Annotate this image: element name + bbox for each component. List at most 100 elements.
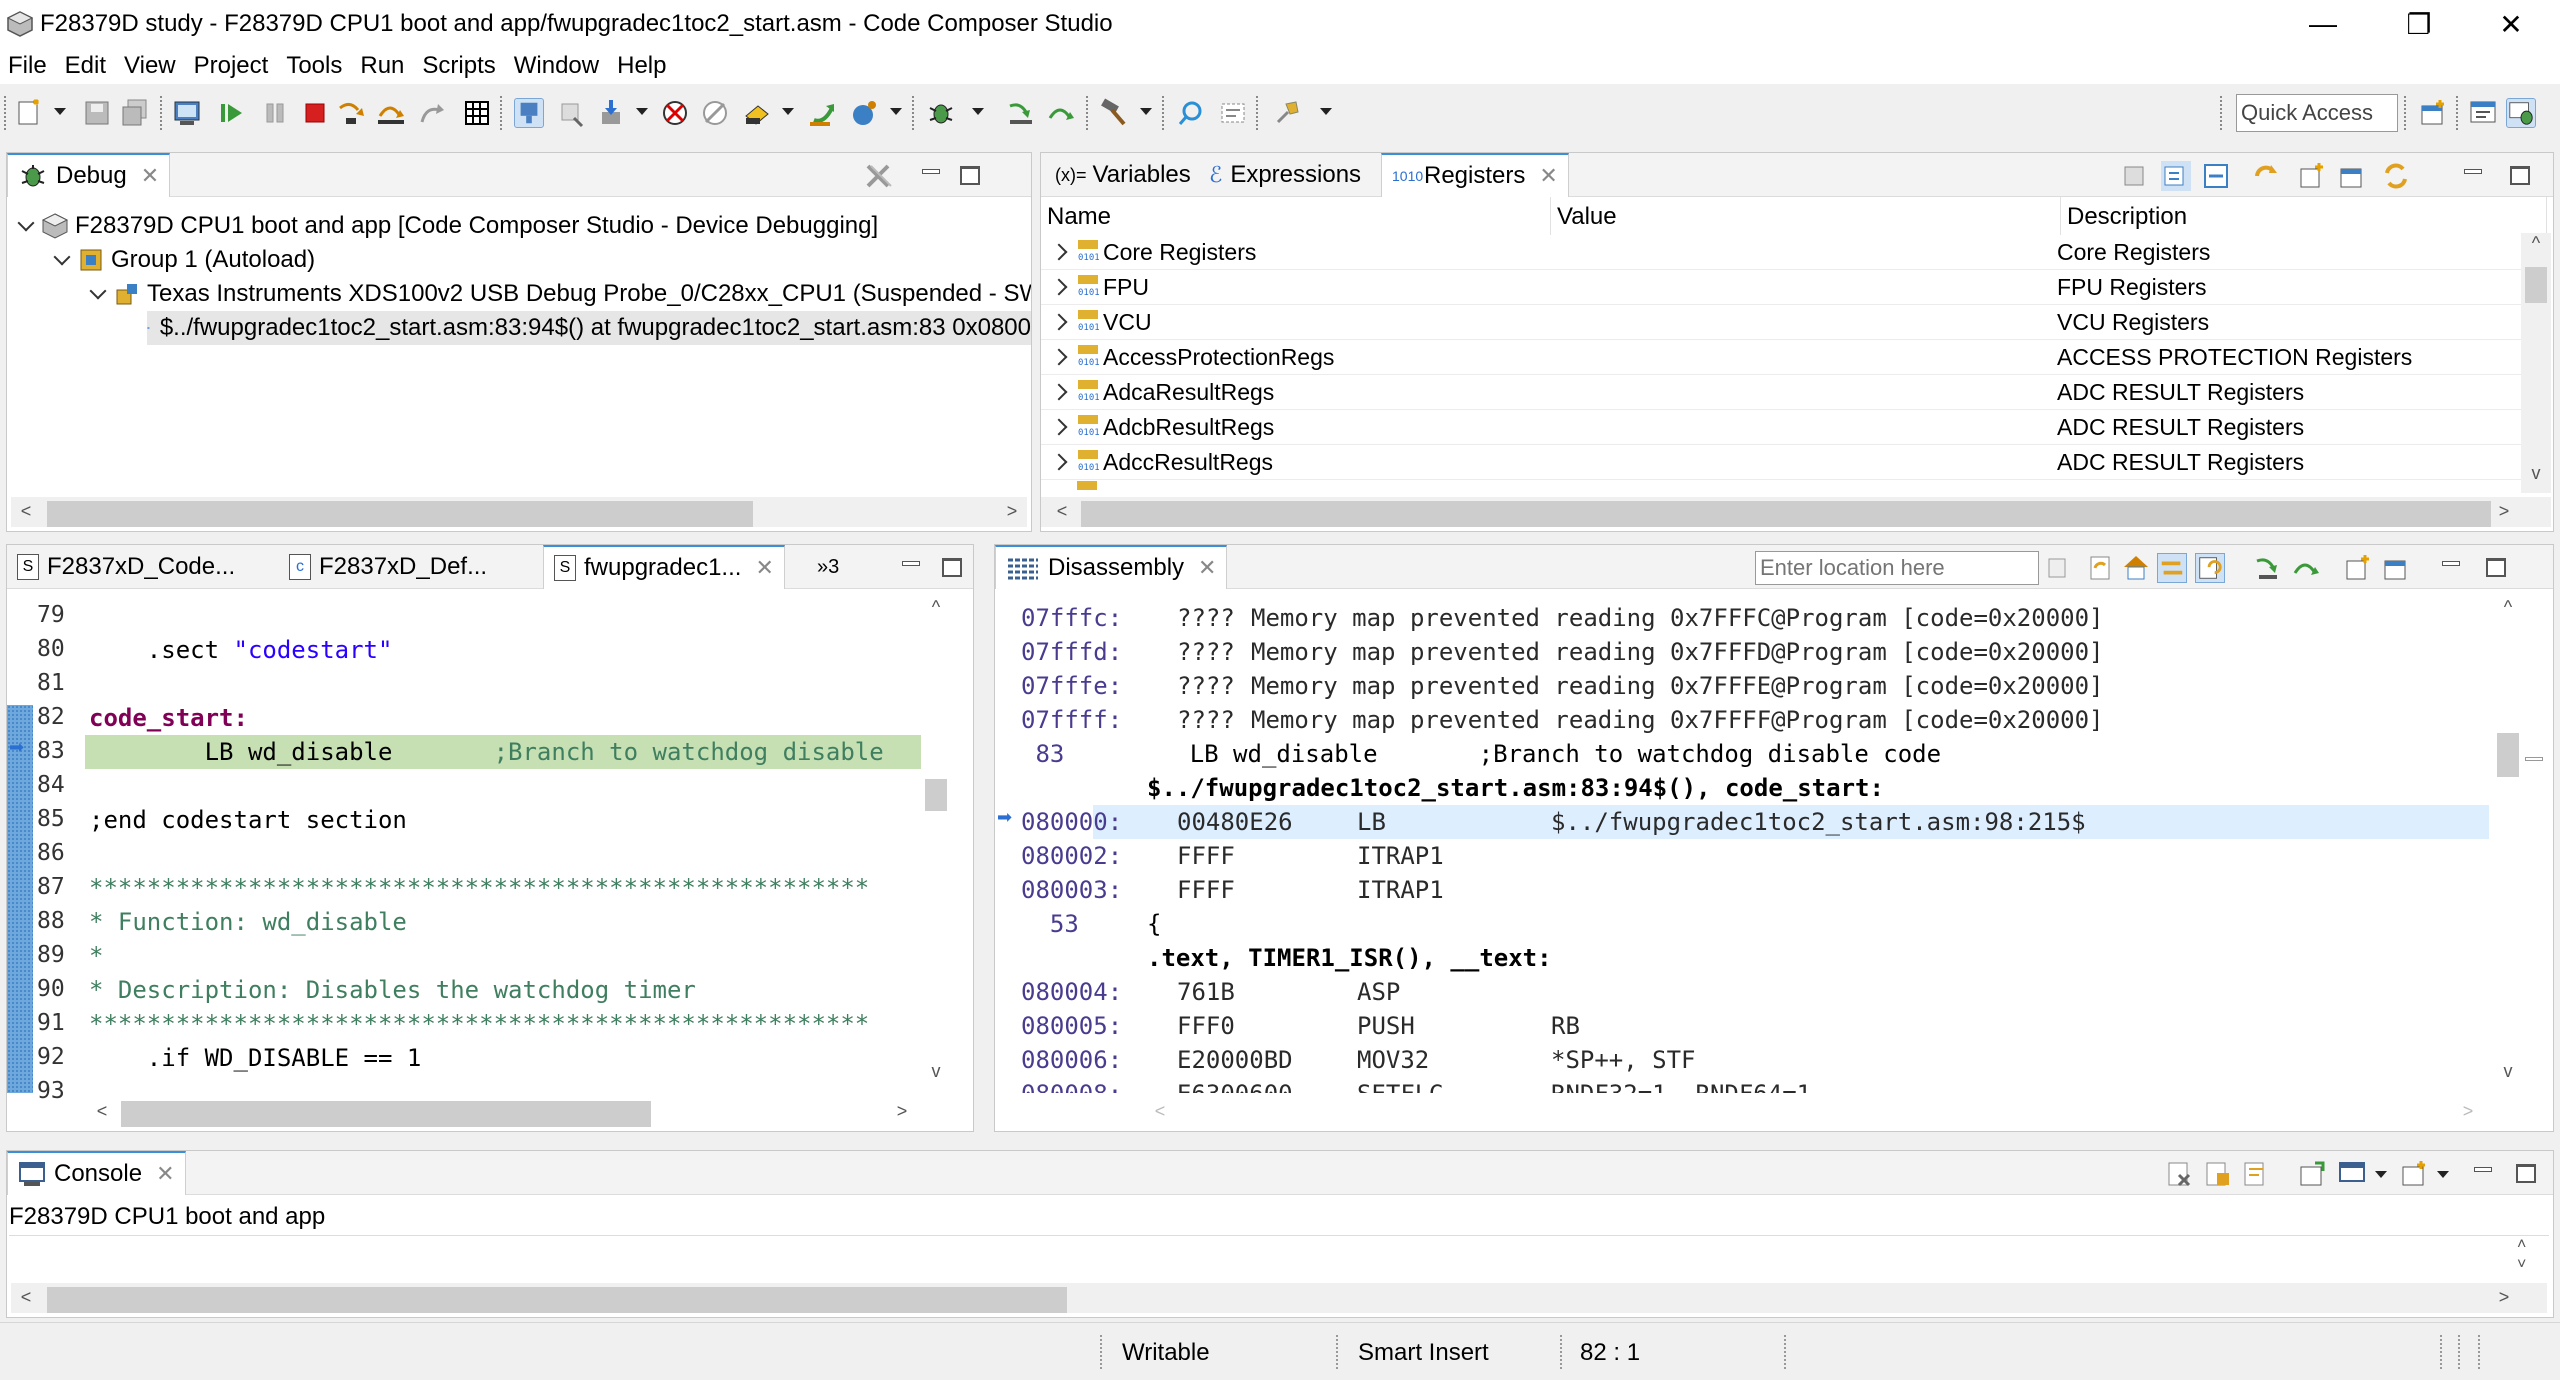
console-hscrollbar[interactable]: < > — [11, 1283, 2547, 1313]
minimize-view-icon[interactable] — [2471, 1161, 2493, 1183]
minimize-view-icon[interactable] — [919, 163, 941, 185]
refresh-icon[interactable] — [2251, 161, 2281, 191]
expand-chevron-icon[interactable] — [1053, 243, 1071, 261]
build-config-dropdown-arrow[interactable] — [1140, 108, 1152, 115]
assembly-step-over-icon[interactable] — [1046, 98, 1076, 128]
remove-all-terminated-icon[interactable] — [863, 161, 893, 191]
display-console-icon[interactable] — [2337, 1159, 2367, 1189]
step-over-icon[interactable] — [376, 98, 406, 128]
restore-button[interactable]: ❐ — [2378, 0, 2460, 48]
code-line[interactable]: 79 — [7, 599, 967, 633]
close-tab-icon[interactable]: ✕ — [1539, 163, 1557, 189]
menu-project[interactable]: Project — [186, 52, 279, 80]
expand-chevron-icon[interactable] — [1053, 383, 1071, 401]
maximize-view-icon[interactable] — [2507, 163, 2530, 185]
scroll-lock-icon[interactable] — [2203, 1159, 2233, 1189]
save-all-icon[interactable] — [120, 98, 150, 128]
scroll-down-icon[interactable]: v — [921, 1061, 951, 1082]
code-line[interactable]: 86 — [7, 837, 967, 871]
tab-overflow-button[interactable]: »3 — [807, 545, 849, 589]
debug-bug-icon[interactable] — [926, 98, 956, 128]
console-vscroll-arrows[interactable]: ˄ ˅ — [2517, 1235, 2526, 1275]
save-icon[interactable] — [82, 98, 112, 128]
register-row[interactable]: 0101 AdcbResultRegs ADC RESULT Registers — [1041, 410, 2551, 445]
suspend-icon[interactable] — [260, 98, 290, 128]
menu-tools[interactable]: Tools — [278, 52, 352, 80]
close-tab-icon[interactable]: ✕ — [156, 1161, 174, 1187]
hammer-icon[interactable] — [1098, 98, 1128, 128]
registers-vscrollbar[interactable]: ^ v — [2521, 233, 2551, 493]
search-icon[interactable] — [1176, 98, 1206, 128]
tab-variables[interactable]: (x)= Variables — [1045, 153, 1201, 197]
disassembly-line[interactable]: 07fffe:???? Memory map prevented reading … — [995, 669, 2491, 703]
step-return-icon[interactable] — [416, 98, 446, 128]
open-console-dropdown-arrow[interactable] — [2437, 1171, 2449, 1178]
show-type-names-icon[interactable] — [2161, 161, 2191, 191]
column-header-description[interactable]: Description — [2061, 197, 2547, 235]
reset-icon[interactable] — [556, 98, 586, 128]
disassembly-line[interactable]: 080002: FFFF ITRAP1 — [995, 839, 2491, 873]
menu-window[interactable]: Window — [506, 52, 609, 80]
tree-core[interactable]: Texas Instruments XDS100v2 USB Debug Pro… — [89, 277, 1031, 311]
maximize-view-icon[interactable] — [2513, 1161, 2536, 1183]
tree-group[interactable]: Group 1 (Autoload) — [53, 243, 315, 277]
open-console-icon[interactable] — [2399, 1159, 2429, 1189]
run-to-line-icon[interactable] — [808, 98, 838, 128]
expand-chevron-icon[interactable] — [17, 217, 35, 235]
scroll-down-icon[interactable]: v — [2521, 463, 2551, 484]
scroll-right-icon[interactable]: > — [2489, 1287, 2519, 1308]
globe-icon[interactable] — [850, 98, 880, 128]
disassembly-line[interactable]: 080004: 761B ASP — [995, 975, 2491, 1009]
tab-debug[interactable]: Debug ✕ — [7, 153, 171, 197]
disassembly-line[interactable]: $../fwupgradec1toc2_start.asm:83:94$(), … — [995, 771, 2491, 805]
assembly-step-into-icon[interactable] — [1006, 98, 1036, 128]
pin-tool-dropdown-arrow[interactable] — [1320, 108, 1332, 115]
registers-hscrollbar[interactable]: < > — [1041, 497, 2551, 527]
minimize-button[interactable]: — — [2282, 0, 2364, 48]
pin-console-icon[interactable] — [2297, 1159, 2327, 1189]
disassembly-line[interactable]: 07ffff:???? Memory map prevented reading … — [995, 703, 2491, 737]
scrollbar-thumb[interactable] — [47, 1287, 1067, 1313]
code-line[interactable]: 85 ;end codestart section — [7, 803, 967, 837]
disassembly-line[interactable]: 080006: E20000BD MOV32 *SP++, STF — [995, 1043, 2491, 1077]
scroll-left-icon[interactable]: < — [1145, 1101, 1175, 1122]
toggle-block-icon[interactable] — [1218, 98, 1248, 128]
tab-editor-codestartbranch[interactable]: S F2837xD_Code... — [7, 545, 245, 589]
skip-breakpoints-icon[interactable] — [700, 98, 730, 128]
code-line[interactable]: 89 * — [7, 939, 967, 973]
step-into-icon[interactable] — [336, 98, 366, 128]
disassembly-line[interactable]: 07fffc:???? Memory map prevented reading … — [995, 601, 2491, 635]
code-line[interactable]: 88 * Function: wd_disable — [7, 905, 967, 939]
terminate-icon[interactable] — [300, 98, 330, 128]
code-line[interactable]: 81 — [7, 667, 967, 701]
expand-chevron-icon[interactable] — [1053, 348, 1071, 366]
editor-hscrollbar[interactable]: < > — [87, 1097, 917, 1127]
tab-expressions[interactable]: ℰ Expressions — [1199, 153, 1371, 197]
disassembly-line[interactable]: 080008: E6300600 SETFLG RNDF32=1, RNDF64=1 — [995, 1077, 2491, 1093]
scrollbar-thumb[interactable] — [121, 1101, 651, 1127]
debug-dropdown-arrow[interactable] — [972, 108, 984, 115]
code-line[interactable]: 91 **************************************… — [7, 1007, 967, 1041]
disassembly-vscrollbar[interactable]: ^ v — [2493, 597, 2523, 1095]
menu-help[interactable]: Help — [609, 52, 676, 80]
register-row[interactable]: 0101 Core Registers Core Registers — [1041, 235, 2551, 270]
register-row[interactable]: 0101 AdccResultRegs ADC RESULT Registers — [1041, 445, 2551, 480]
sync-icon[interactable] — [2381, 161, 2411, 191]
maximize-view-icon[interactable] — [957, 163, 980, 185]
close-tab-icon[interactable]: ✕ — [141, 163, 159, 189]
globe-dropdown-arrow[interactable] — [890, 108, 902, 115]
menu-file[interactable]: File — [0, 52, 57, 80]
status-insert-mode[interactable]: Smart Insert — [1358, 1339, 1489, 1367]
debug-hscrollbar[interactable]: < > — [11, 497, 1027, 527]
resume-icon[interactable] — [216, 98, 246, 128]
scroll-up-icon[interactable]: ^ — [2493, 597, 2523, 618]
disassembly-line[interactable]: .text, TIMER1_ISR(), __text: — [995, 941, 2491, 975]
scroll-right-icon[interactable]: > — [887, 1101, 917, 1122]
quick-access-input[interactable]: Quick Access — [2236, 94, 2398, 132]
scrollbar-thumb[interactable] — [1081, 501, 2491, 527]
code-line[interactable]: 90 * Description: Disables the watchdog t… — [7, 973, 967, 1007]
load-dropdown-arrow[interactable] — [636, 108, 648, 115]
code-line[interactable]: 92 .if WD_DISABLE == 1 — [7, 1041, 967, 1075]
tree-launch-config[interactable]: F28379D CPU1 boot and app [Code Composer… — [17, 209, 878, 243]
scrollbar-thumb[interactable] — [925, 779, 947, 811]
